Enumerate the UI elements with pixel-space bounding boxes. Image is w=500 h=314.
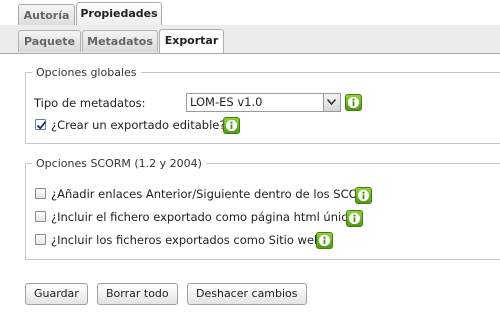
info-icon[interactable] (346, 210, 363, 227)
tab-paquete[interactable]: Paquete (18, 30, 81, 52)
metadata-type-value: LOM-ES v1.0 (190, 95, 263, 109)
sub-tab-bar: Paquete Metadatos Exportar (0, 25, 500, 54)
save-button[interactable]: Guardar (25, 283, 88, 305)
scorm-nav-links-label: ¿Añadir enlaces Anterior/Siguiente dentr… (51, 187, 364, 201)
metadata-type-label: Tipo de metadatos: (34, 96, 146, 110)
undo-changes-button[interactable]: Deshacer cambios (187, 283, 307, 305)
tab-metadatos[interactable]: Metadatos (82, 30, 158, 52)
scorm-single-html-label: ¿Incluir el fichero exportado como págin… (51, 210, 361, 224)
scorm-nav-links-checkbox[interactable] (35, 188, 46, 199)
tab-exportar[interactable]: Exportar (159, 29, 224, 53)
scorm-single-html-checkbox[interactable] (35, 211, 46, 222)
info-icon[interactable] (345, 94, 362, 111)
info-icon[interactable] (316, 232, 333, 249)
editable-export-label: ¿Crear un exportado editable? (51, 118, 226, 132)
editable-export-checkbox[interactable] (35, 119, 47, 130)
main-tab-bar: Autoría Propiedades (0, 0, 500, 26)
global-options-legend: Opciones globales (36, 66, 137, 79)
scorm-options-legend: Opciones SCORM (1.2 y 2004) (36, 157, 202, 170)
info-icon[interactable] (355, 187, 372, 204)
scorm-website-label: ¿Incluir los ficheros exportados como Si… (51, 233, 328, 247)
info-icon[interactable] (223, 117, 240, 134)
tab-propiedades[interactable]: Propiedades (76, 2, 162, 26)
clear-all-button[interactable]: Borrar todo (97, 283, 178, 305)
tab-autoria[interactable]: Autoría (18, 4, 75, 25)
chevron-down-icon[interactable] (323, 94, 340, 111)
scorm-website-checkbox[interactable] (35, 234, 46, 245)
metadata-type-select[interactable]: LOM-ES v1.0 (186, 93, 341, 112)
